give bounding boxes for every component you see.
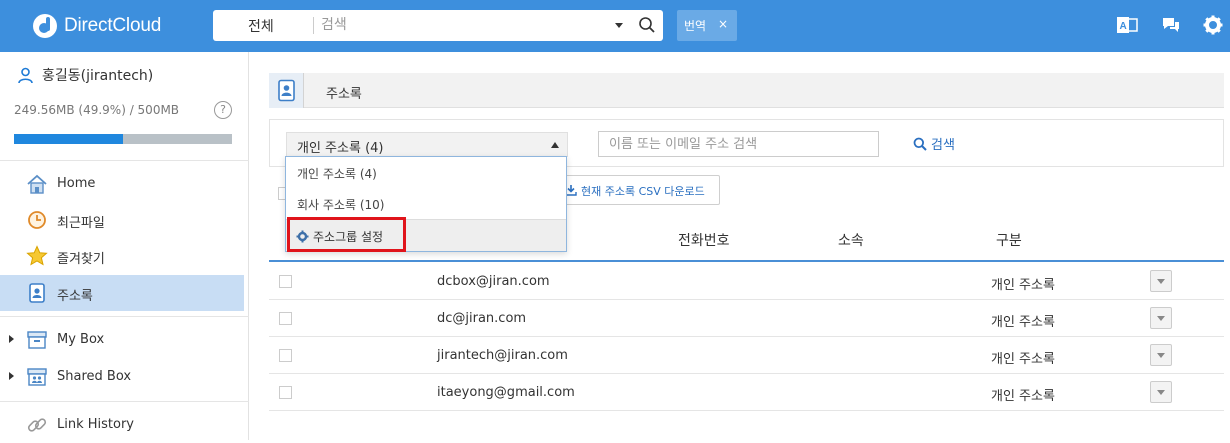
row-email: dc@jiran.com [437,311,527,326]
dropdown-option-label: 회사 주소록 (10) [297,198,385,212]
sidebar-item-my-box[interactable]: My Box [0,322,244,358]
sidebar-item-label: My Box [57,332,105,347]
search-label: 검색 [931,138,955,153]
logo[interactable]: DirectCloud [32,12,161,40]
quota-progress-fill [14,134,123,144]
search-separator [313,17,314,34]
box-icon [27,331,47,349]
csv-download-label: 현재 주소록 CSV 다운로드 [581,185,705,198]
sidebar-item-favorites[interactable]: 즐겨찾기 [0,238,244,274]
expand-arrow-icon[interactable] [9,372,14,380]
sidebar-item-label: Home [57,176,96,191]
quota-progress-bar [14,134,232,144]
row-category: 개인 주소록 [991,389,1055,404]
search-scope-select[interactable]: 전체 [248,16,274,36]
sidebar: 홍길동(jirantech) 249.56MB (49.9%) / 500MB … [0,52,249,440]
clock-icon [28,211,46,229]
star-icon [26,245,48,266]
sidebar-item-label: 주소록 [57,289,93,304]
page-header: 주소록 [269,73,1224,108]
svg-text:A: A [1120,21,1127,32]
dropdown-option-company[interactable]: 회사 주소록 (10) [286,188,566,219]
sidebar-item-label: 즐겨찾기 [57,252,105,267]
address-group-select[interactable]: 개인 주소록 (4) [286,132,568,157]
table-row[interactable]: dc@jiran.com 개인 주소록 [269,300,1224,337]
close-icon[interactable]: × [718,17,728,31]
translate-label: 번역 [684,19,707,33]
sidebar-item-link-history[interactable]: Link History [0,407,244,443]
row-checkbox[interactable] [279,275,292,288]
divider [0,160,249,161]
user-icon [18,67,33,83]
help-icon[interactable]: ? [214,101,232,119]
row-email: dcbox@jiran.com [437,274,550,289]
address-book-icon [29,283,45,303]
directcloud-logo-icon [33,14,57,38]
user-name: 홍길동(jirantech) [42,68,154,84]
chevron-up-icon [551,142,559,148]
global-search: 전체 [213,10,663,41]
sidebar-item-label: 최근파일 [57,216,105,231]
office-icon[interactable]: A [1116,14,1138,36]
contact-search-input[interactable] [598,131,879,157]
sidebar-item-address-book[interactable]: 주소록 [0,275,244,311]
row-category: 개인 주소록 [991,315,1055,330]
table-row[interactable]: jirantech@jiran.com 개인 주소록 [269,337,1224,374]
column-header-phone[interactable]: 전화번호 [678,230,730,250]
search-icon[interactable] [638,16,656,34]
row-category: 개인 주소록 [991,278,1055,293]
csv-download-button[interactable]: 현재 주소록 CSV 다운로드 [556,175,720,205]
sidebar-item-home[interactable]: Home [0,166,244,202]
column-header-affiliation[interactable]: 소속 [838,230,864,250]
dropdown-option-label: 개인 주소록 (4) [297,167,377,181]
table-row[interactable]: itaeyong@gmail.com 개인 주소록 [269,374,1224,411]
home-icon [27,174,47,194]
translate-tag[interactable]: 번역 × [677,10,737,41]
divider [0,401,249,402]
user-profile[interactable]: 홍길동(jirantech) [17,65,153,85]
divider [0,316,249,317]
search-icon [913,137,927,151]
expand-arrow-icon[interactable] [9,335,14,343]
column-header-category[interactable]: 구분 [996,230,1022,250]
quota-text: 249.56MB (49.9%) / 500MB [14,103,180,117]
row-checkbox[interactable] [279,386,292,399]
sidebar-item-label: Link History [57,417,135,432]
row-checkbox[interactable] [279,312,292,325]
shared-box-icon [27,368,47,386]
row-menu-button[interactable] [1150,270,1172,292]
row-menu-button[interactable] [1150,344,1172,366]
dropdown-option-personal[interactable]: 개인 주소록 (4) [286,157,566,188]
sidebar-item-shared-box[interactable]: Shared Box [0,359,244,395]
chat-icon[interactable] [1160,14,1182,36]
row-menu-button[interactable] [1150,381,1172,403]
row-checkbox[interactable] [279,349,292,362]
address-book-icon [278,79,295,102]
top-bar: DirectCloud 전체 번역 × A [0,0,1230,52]
sidebar-item-label: Shared Box [57,369,132,384]
page-title: 주소록 [326,87,362,102]
chevron-down-icon[interactable] [615,23,623,28]
brand-name: DirectCloud [64,15,162,36]
global-search-input[interactable] [321,13,601,37]
highlight-box [287,217,406,252]
row-email: itaeyong@gmail.com [437,385,575,400]
row-category: 개인 주소록 [991,352,1055,367]
row-menu-button[interactable] [1150,307,1172,329]
gear-icon[interactable] [1202,14,1224,36]
contact-search-button[interactable]: 검색 [913,134,955,153]
address-group-selected: 개인 주소록 (4) [297,141,384,156]
link-icon [27,418,47,432]
page-icon-box [269,73,304,108]
sidebar-item-recent[interactable]: 최근파일 [0,202,244,238]
row-email: jirantech@jiran.com [437,348,568,363]
table-row[interactable]: dcbox@jiran.com 개인 주소록 [269,263,1224,300]
